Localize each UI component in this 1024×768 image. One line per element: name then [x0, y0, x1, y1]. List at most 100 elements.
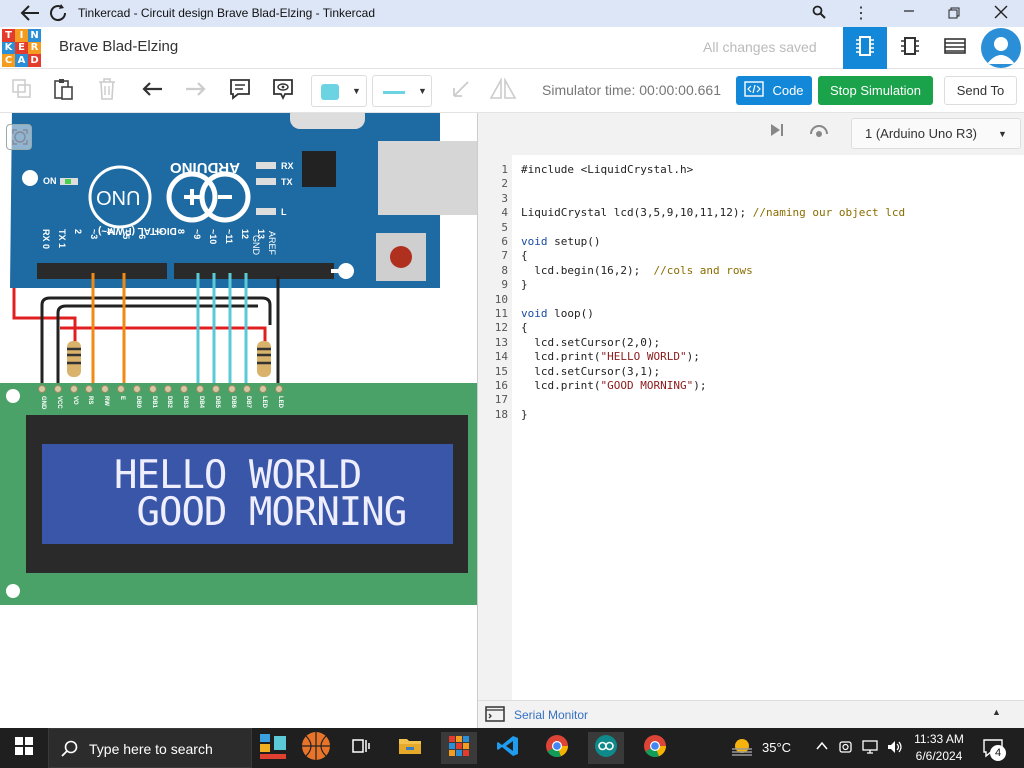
debugger-button[interactable]: [808, 122, 830, 143]
arduino-pin-label: 12: [240, 229, 250, 240]
fit-view-button[interactable]: [6, 124, 32, 150]
close-icon[interactable]: [994, 5, 1008, 24]
tinkercad-logo[interactable]: T I N K E R C A D: [2, 29, 42, 67]
send-to-button[interactable]: Send To: [944, 76, 1017, 105]
code-line: #include <LiquidCrystal.h>: [521, 163, 694, 176]
more-options-icon[interactable]: ⋮: [853, 3, 869, 23]
logo-letter: N: [28, 29, 41, 42]
camera-icon[interactable]: [838, 739, 854, 760]
temperature: 35°C: [762, 740, 792, 755]
start-button[interactable]: [6, 732, 42, 764]
rotate-button[interactable]: [446, 77, 476, 105]
tinkercad-app-button[interactable]: [441, 732, 477, 764]
reload-icon[interactable]: [49, 4, 69, 27]
chrome-button[interactable]: [539, 732, 575, 764]
lcd-pin-hole[interactable]: [211, 385, 220, 393]
network-icon[interactable]: [862, 739, 880, 760]
upload-step-button[interactable]: [768, 122, 786, 143]
lcd-pin-hole[interactable]: [227, 385, 236, 393]
show-hidden-icons[interactable]: [815, 739, 829, 758]
chrome-button-2[interactable]: [637, 732, 673, 764]
copy-button[interactable]: [7, 77, 37, 105]
arduino-pin-label: ~9: [192, 229, 202, 240]
code-line: {: [521, 249, 528, 263]
vscode-button[interactable]: [490, 732, 526, 764]
lcd-pin-hole[interactable]: [275, 385, 283, 393]
line-number: 11: [494, 307, 508, 320]
arduino-ide-button[interactable]: [588, 732, 624, 764]
news-widget[interactable]: [257, 731, 333, 764]
wire-style-picker[interactable]: ▼: [372, 75, 432, 107]
code-button[interactable]: Code: [736, 76, 812, 105]
lcd-pin-hole[interactable]: [117, 385, 125, 393]
chevron-down-icon: ▼: [418, 86, 427, 96]
circuit-canvas[interactable]: ON RX TX L ARDUINO UNO DIGITAL (PWM~) RX…: [0, 113, 477, 728]
component-list-button[interactable]: [933, 27, 977, 69]
color-picker[interactable]: ▼: [311, 75, 367, 107]
clock-date[interactable]: 6/6/2024: [912, 749, 966, 763]
schematic-view-button[interactable]: [888, 27, 932, 69]
lcd-pin-hole[interactable]: [148, 385, 157, 393]
arduino-pin-label: ~3: [89, 229, 99, 240]
design-name[interactable]: Brave Blad-Elzing: [59, 38, 178, 55]
notes-button[interactable]: [225, 77, 255, 105]
code-panel: 1 (Arduino Uno R3) ▼ 1 2 3 4 5 6 7 8 9 10 11 12 13 14…: [477, 113, 1024, 728]
lcd-pin-hole[interactable]: [196, 385, 204, 393]
notification-center-button[interactable]: 4: [980, 736, 1008, 761]
on-label: ON: [43, 176, 57, 186]
sun-haze-icon: [730, 738, 754, 763]
back-arrow-icon[interactable]: [20, 4, 40, 27]
file-explorer-button[interactable]: [392, 732, 428, 764]
eye-note-icon: [271, 77, 295, 106]
tx-led: [256, 178, 276, 185]
usb-port: [378, 141, 477, 215]
logo-letter: K: [2, 41, 15, 54]
user-avatar[interactable]: [981, 28, 1021, 68]
device-select-value: 1 (Arduino Uno R3): [865, 126, 977, 141]
chevron-up-icon[interactable]: ▲: [992, 707, 1001, 717]
lcd-pin-hole[interactable]: [38, 385, 46, 393]
code-button-label: Code: [772, 83, 804, 98]
undo-button[interactable]: [138, 77, 168, 105]
stop-simulation-button[interactable]: Stop Simulation: [818, 76, 933, 105]
line-number: 6: [501, 235, 508, 248]
chevron-down-icon: ▼: [352, 86, 361, 96]
search-placeholder: Type here to search: [89, 741, 213, 757]
redo-button[interactable]: [180, 77, 210, 105]
lcd-pin-hole[interactable]: [132, 385, 141, 393]
clock-time[interactable]: 11:33 AM: [913, 732, 965, 746]
logo-letter: E: [15, 41, 28, 54]
zoom-icon[interactable]: [812, 5, 826, 22]
lcd-pin-label: DB6: [229, 396, 236, 409]
paste-button[interactable]: [48, 77, 78, 105]
lcd-pin-label: DB2: [166, 396, 173, 409]
lcd-pin-hole[interactable]: [53, 385, 62, 393]
flip-button[interactable]: [488, 76, 518, 105]
arduino-pin-label: 4: [105, 229, 115, 235]
task-view-button[interactable]: [343, 732, 379, 764]
restore-icon[interactable]: [948, 6, 960, 24]
delete-button[interactable]: [92, 77, 122, 105]
gnd-label: GND: [251, 235, 261, 255]
arduino-pin-label: RX 0: [41, 229, 51, 250]
code-line: void loop(): [521, 307, 594, 320]
serial-monitor-bar[interactable]: Serial Monitor ▲: [478, 700, 1024, 728]
lcd-pin-hole[interactable]: [69, 385, 78, 393]
app-header: T I N K E R C A D Brave Blad-Elzing All …: [0, 27, 1024, 69]
device-select[interactable]: 1 (Arduino Uno R3) ▼: [851, 118, 1021, 149]
mounting-hole: [338, 263, 354, 279]
code-icon: [744, 81, 765, 100]
toggle-notes-button[interactable]: [268, 77, 298, 105]
code-editor[interactable]: #include <LiquidCrystal.h> LiquidCrystal …: [512, 155, 1024, 700]
l-led: [256, 208, 276, 215]
lcd-line-2: GOOD MORNING: [114, 490, 407, 535]
mounting-hole: [22, 170, 38, 186]
arduino-pin-label: ~10: [208, 229, 218, 245]
red-wire: [60, 326, 267, 353]
minimize-icon[interactable]: [903, 3, 915, 22]
volume-icon[interactable]: [886, 739, 904, 760]
lcd-pin-label: DB3: [182, 396, 189, 409]
taskbar-search[interactable]: Type here to search: [48, 728, 252, 768]
circuit-view-button[interactable]: [843, 27, 887, 69]
lcd-pin-label: RW: [103, 396, 110, 406]
